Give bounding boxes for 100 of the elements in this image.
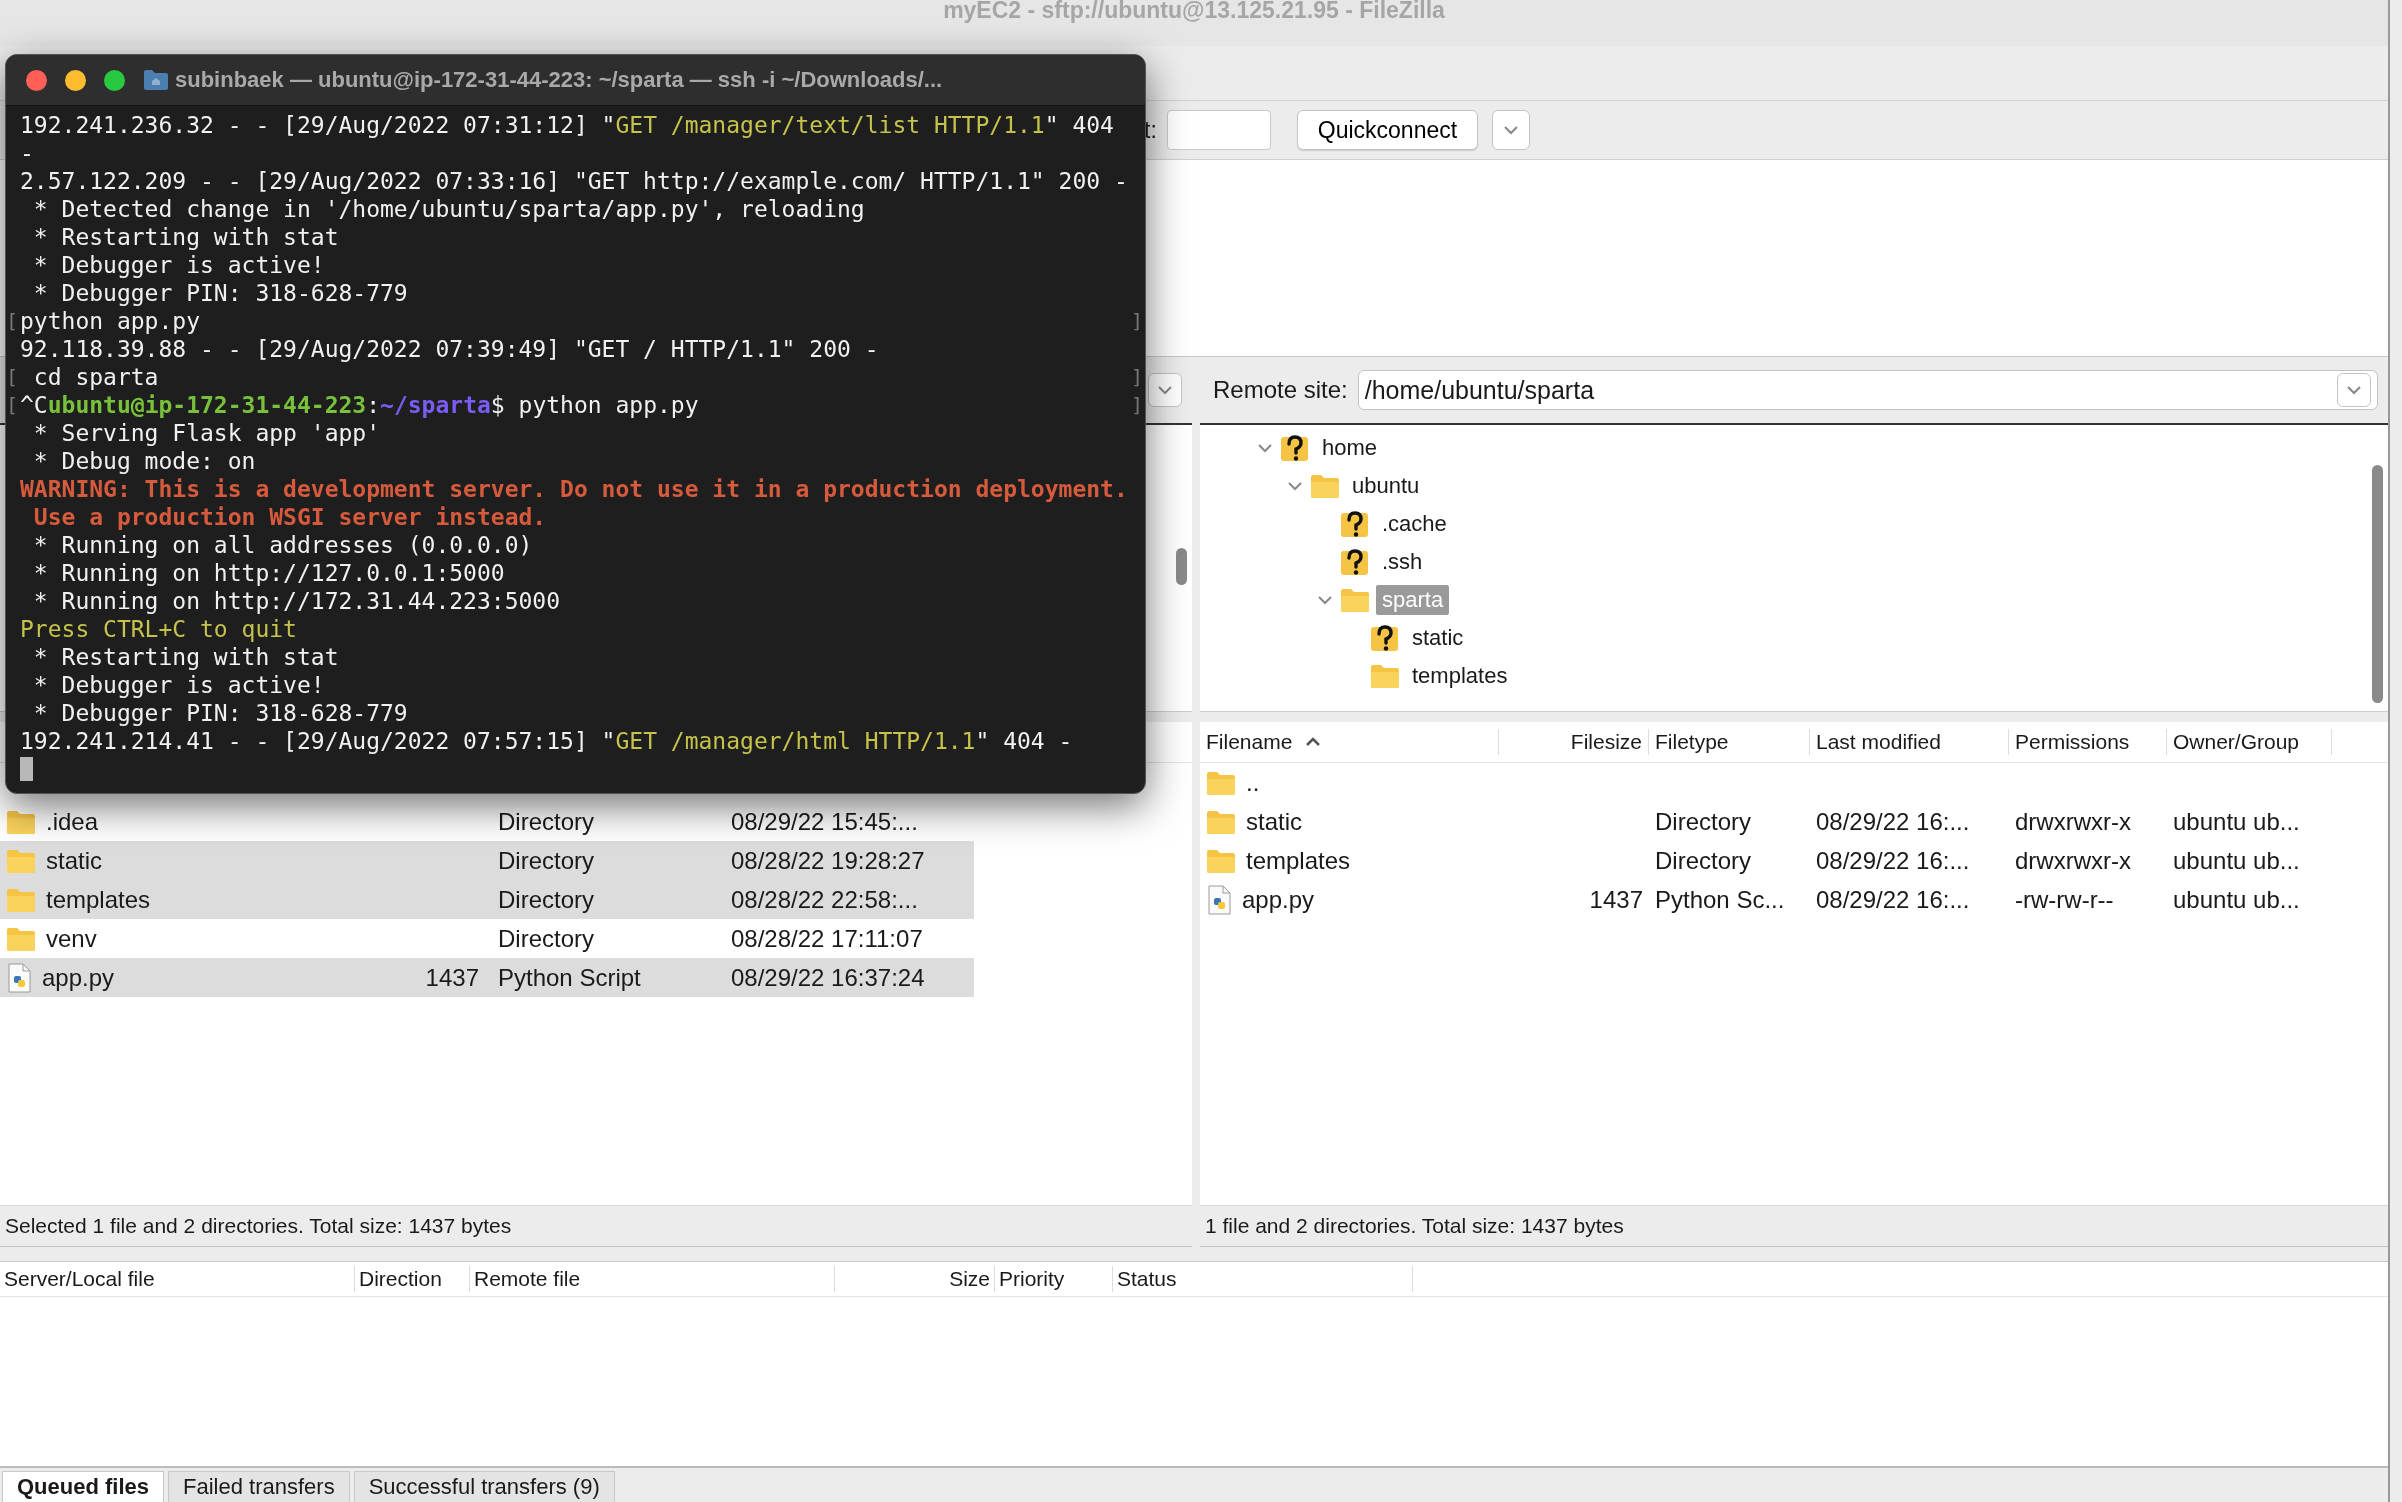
terminal-line: 2.57.122.209 - - [29/Aug/2022 07:33:16] "GET http://example.com/ HTTP/1.1" 200 - <box>20 167 1129 195</box>
file-name: static <box>1246 807 1302 836</box>
owner-group: ubuntu ub... <box>2167 807 2332 836</box>
tree-item[interactable]: ubuntu <box>1346 471 1426 501</box>
tree-item[interactable]: home <box>1316 433 1384 463</box>
folder-icon <box>6 808 36 835</box>
terminal-line: ^Cubuntu@ip-172-31-44-223:~/sparta$ python app.py <box>20 391 700 419</box>
modified-date: 08/29/22 16:... <box>1815 885 1971 914</box>
file-size: 1437 <box>1588 885 1644 914</box>
file-row[interactable]: .idea Directory 08/29/22 15:45:... <box>0 802 974 841</box>
dropdown-button[interactable] <box>1148 373 1182 407</box>
modified-date: 08/28/22 22:58:... <box>730 885 919 914</box>
column-header[interactable]: Direction <box>359 1267 442 1291</box>
quickconnect-button[interactable]: Quickconnect <box>1296 110 1479 150</box>
file-type: Directory <box>497 885 595 914</box>
file-size: 1437 <box>424 963 480 992</box>
tree-item[interactable]: .ssh <box>1376 547 1429 577</box>
column-header[interactable]: Last modified <box>1816 730 1941 754</box>
folder-icon <box>1370 663 1400 689</box>
file-row[interactable]: templates Directory 08/29/22 16:... drwxrwxr-x ubuntu ub... <box>1200 841 2388 880</box>
file-type: Python Script <box>497 963 642 992</box>
file-name: app.py <box>1242 885 1315 914</box>
port-field[interactable] <box>1166 110 1271 150</box>
tree-item[interactable]: .cache <box>1376 509 1453 539</box>
question-folder-icon <box>1340 548 1370 576</box>
modified-date: 08/28/22 17:11:07 <box>730 924 924 953</box>
modified-date: 08/28/22 19:28:27 <box>730 846 926 875</box>
close-button[interactable] <box>26 69 47 91</box>
terminal-line: * Debugger PIN: 318-628-779 <box>32 279 409 307</box>
terminal-line: * Debugger PIN: 318-628-779 <box>32 699 409 727</box>
question-folder-icon <box>1370 624 1400 652</box>
scrollbar-thumb[interactable] <box>2371 465 2383 703</box>
line-mark: [ <box>6 392 20 419</box>
status-text: Selected 1 file and 2 directories. Total size: 1437 bytes <box>0 1205 1192 1247</box>
column-header[interactable]: Priority <box>999 1267 1065 1291</box>
folder-icon <box>6 886 36 913</box>
path-field[interactable]: /home/ubuntu/sparta <box>1357 370 2378 410</box>
terminal-line: * Debugger is active! <box>32 251 326 279</box>
file-row[interactable]: static Directory 08/28/22 19:28:27 <box>0 841 974 880</box>
column-header[interactable]: Filetype <box>1655 730 1729 754</box>
column-header[interactable]: Size <box>949 1267 990 1291</box>
folder-icon <box>6 925 36 952</box>
terminal-line: * Detected change in '/home/ubuntu/sparta/app.py', reloading <box>32 195 866 223</box>
folder-icon <box>1206 847 1236 874</box>
file-name: templates <box>1246 846 1351 875</box>
file-name: .idea <box>46 807 99 836</box>
file-type: Python Sc... <box>1654 885 1786 914</box>
status-text: 1 file and 2 directories. Total size: 1437 bytes <box>1200 1205 2388 1247</box>
permissions: -rw-rw-r-- <box>2014 885 2115 914</box>
file-row[interactable]: venv Directory 08/28/22 17:11:07 <box>0 919 974 958</box>
tab[interactable]: Failed transfers <box>168 1471 350 1502</box>
minimize-button[interactable] <box>65 69 86 91</box>
terminal-line: - <box>20 139 35 167</box>
tree-item[interactable]: templates <box>1406 661 1514 691</box>
terminal-line: * Running on http://127.0.0.1:5000 <box>32 559 506 587</box>
file-name: templates <box>46 885 151 914</box>
tree-item[interactable]: static <box>1406 623 1470 653</box>
line-mark: ] <box>1130 392 1144 419</box>
terminal-title: subinbaek — ubuntu@ip-172-31-44-223: ~/sparta — ssh -i ~/Downloads/... <box>175 67 943 93</box>
file-type: Directory <box>1654 846 1752 875</box>
column-header[interactable]: Remote file <box>474 1267 581 1291</box>
terminal-line: 92.118.39.88 - - [29/Aug/2022 07:39:49] "GET / HTTP/1.1" 200 - <box>20 335 880 363</box>
scrollbar-thumb[interactable] <box>1175 548 1187 585</box>
column-header[interactable]: Permissions <box>2015 730 2130 754</box>
modified-date: 08/29/22 15:45:... <box>730 807 919 836</box>
tab[interactable]: Successful transfers (9) <box>353 1471 615 1502</box>
file-name: static <box>46 846 102 875</box>
file-name: venv <box>46 924 97 953</box>
file-type: Directory <box>497 846 595 875</box>
dropdown-button[interactable] <box>1492 110 1531 150</box>
column-header[interactable]: Filename <box>1206 730 1293 754</box>
terminal-line: cd sparta <box>32 363 160 391</box>
column-header[interactable]: Owner/Group <box>2173 730 2300 754</box>
terminal-line: * Debug mode: on <box>32 447 257 475</box>
folder-icon <box>1206 808 1236 835</box>
modified-date: 08/29/22 16:... <box>1815 807 1971 836</box>
file-row[interactable]: app.py 1437 Python Sc... 08/29/22 16:... -rw-rw-r-- ubuntu ub... <box>1200 880 2388 919</box>
dropdown-button[interactable] <box>2337 373 2371 407</box>
file-row[interactable]: static Directory 08/29/22 16:... drwxrwxr-x ubuntu ub... <box>1200 802 2388 841</box>
permissions: drwxrwxr-x <box>2014 807 2132 836</box>
file-type: Directory <box>1654 807 1752 836</box>
column-header[interactable]: Filesize <box>1570 730 1642 754</box>
terminal-line: Use a production WSGI server instead. <box>32 503 548 531</box>
zoom-button[interactable] <box>104 69 125 91</box>
file-type: Directory <box>497 807 595 836</box>
terminal-line: * Running on all addresses (0.0.0.0) <box>32 531 534 559</box>
tab[interactable]: Queued files <box>2 1471 165 1502</box>
permissions: drwxrwxr-x <box>2014 846 2132 875</box>
modified-date: 08/29/22 16:... <box>1815 846 1971 875</box>
terminal-line: * Debugger is active! <box>32 671 326 699</box>
line-mark: [ <box>6 308 20 335</box>
file-row[interactable]: templates Directory 08/28/22 22:58:... <box>0 880 974 919</box>
column-header[interactable]: Status <box>1117 1267 1177 1291</box>
column-header[interactable]: Server/Local file <box>4 1267 155 1291</box>
file-name: app.py <box>42 963 115 992</box>
file-row[interactable]: .. <box>1200 763 2388 802</box>
folder-icon <box>143 69 169 91</box>
file-icon <box>1206 884 1232 915</box>
folder-icon <box>1206 769 1236 796</box>
file-row[interactable]: app.py 1437 Python Script 08/29/22 16:37:24 <box>0 958 974 997</box>
